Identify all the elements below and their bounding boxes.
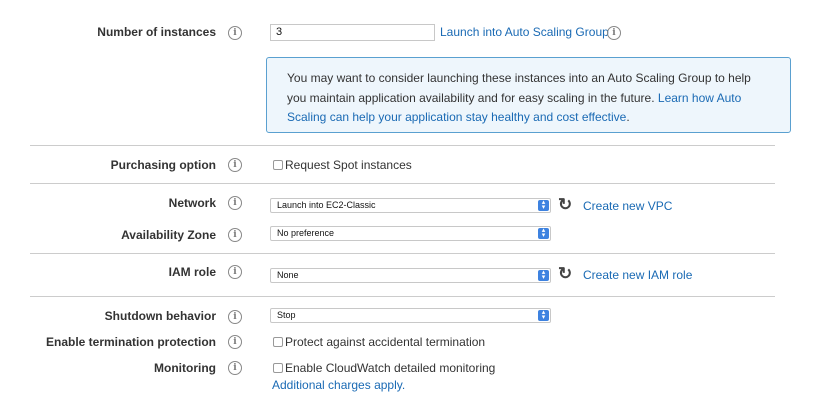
monitoring-label: Monitoring [154, 361, 216, 375]
spot-instances-checkbox[interactable] [273, 160, 283, 170]
network-selected: Launch into EC2-Classic [277, 200, 376, 210]
cloudwatch-monitoring-label: Enable CloudWatch detailed monitoring [285, 361, 496, 375]
cloudwatch-monitoring-checkbox[interactable] [273, 363, 283, 373]
info-icon[interactable]: i [228, 361, 242, 375]
iam-role-select[interactable]: None ▴ ▾ [270, 268, 551, 283]
asg-notice: You may want to consider launching these… [266, 57, 791, 133]
refresh-icon[interactable]: ↻ [558, 196, 572, 213]
spot-instances-label: Request Spot instances [285, 158, 412, 172]
instances-label: Number of instances [97, 25, 216, 39]
purchasing-label: Purchasing option [110, 158, 216, 172]
select-arrows-icon: ▴ ▾ [538, 309, 549, 321]
select-arrows-icon: ▴ ▾ [538, 269, 549, 281]
iam-role-selected: None [277, 270, 299, 280]
shutdown-selected: Stop [277, 310, 296, 320]
additional-charges-link[interactable]: Additional charges apply. [272, 378, 405, 392]
launch-asg-link[interactable]: Launch into Auto Scaling Group [440, 25, 609, 39]
availability-zone-label: Availability Zone [121, 228, 216, 242]
termination-protection-label: Protect against accidental termination [285, 335, 486, 349]
select-arrows-icon: ▴ ▾ [538, 199, 549, 211]
availability-zone-select[interactable]: No preference ▴ ▾ [270, 226, 551, 241]
create-vpc-link[interactable]: Create new VPC [583, 199, 672, 213]
info-icon[interactable]: i [228, 158, 242, 172]
shutdown-label: Shutdown behavior [104, 309, 216, 323]
instances-input[interactable]: 3 [270, 24, 435, 41]
info-icon[interactable]: i [607, 26, 621, 40]
availability-zone-selected: No preference [277, 228, 335, 238]
info-icon[interactable]: i [228, 196, 242, 210]
create-iam-role-link[interactable]: Create new IAM role [583, 268, 692, 282]
notice-suffix: . [626, 110, 630, 124]
info-icon[interactable]: i [228, 310, 242, 324]
iam-role-label: IAM role [168, 265, 216, 279]
divider [30, 183, 775, 184]
termination-protection-checkbox[interactable] [273, 337, 283, 347]
shutdown-select[interactable]: Stop ▴ ▾ [270, 308, 551, 323]
select-arrows-icon: ▴ ▾ [538, 227, 549, 239]
info-icon[interactable]: i [228, 228, 242, 242]
network-select[interactable]: Launch into EC2-Classic ▴ ▾ [270, 198, 551, 213]
divider [30, 253, 775, 254]
refresh-icon[interactable]: ↻ [558, 265, 572, 282]
divider [30, 145, 775, 146]
network-label: Network [168, 196, 216, 210]
info-icon[interactable]: i [228, 335, 242, 349]
divider [30, 296, 775, 297]
info-icon[interactable]: i [228, 26, 242, 40]
info-icon[interactable]: i [228, 265, 242, 279]
termination-label: Enable termination protection [45, 335, 216, 349]
